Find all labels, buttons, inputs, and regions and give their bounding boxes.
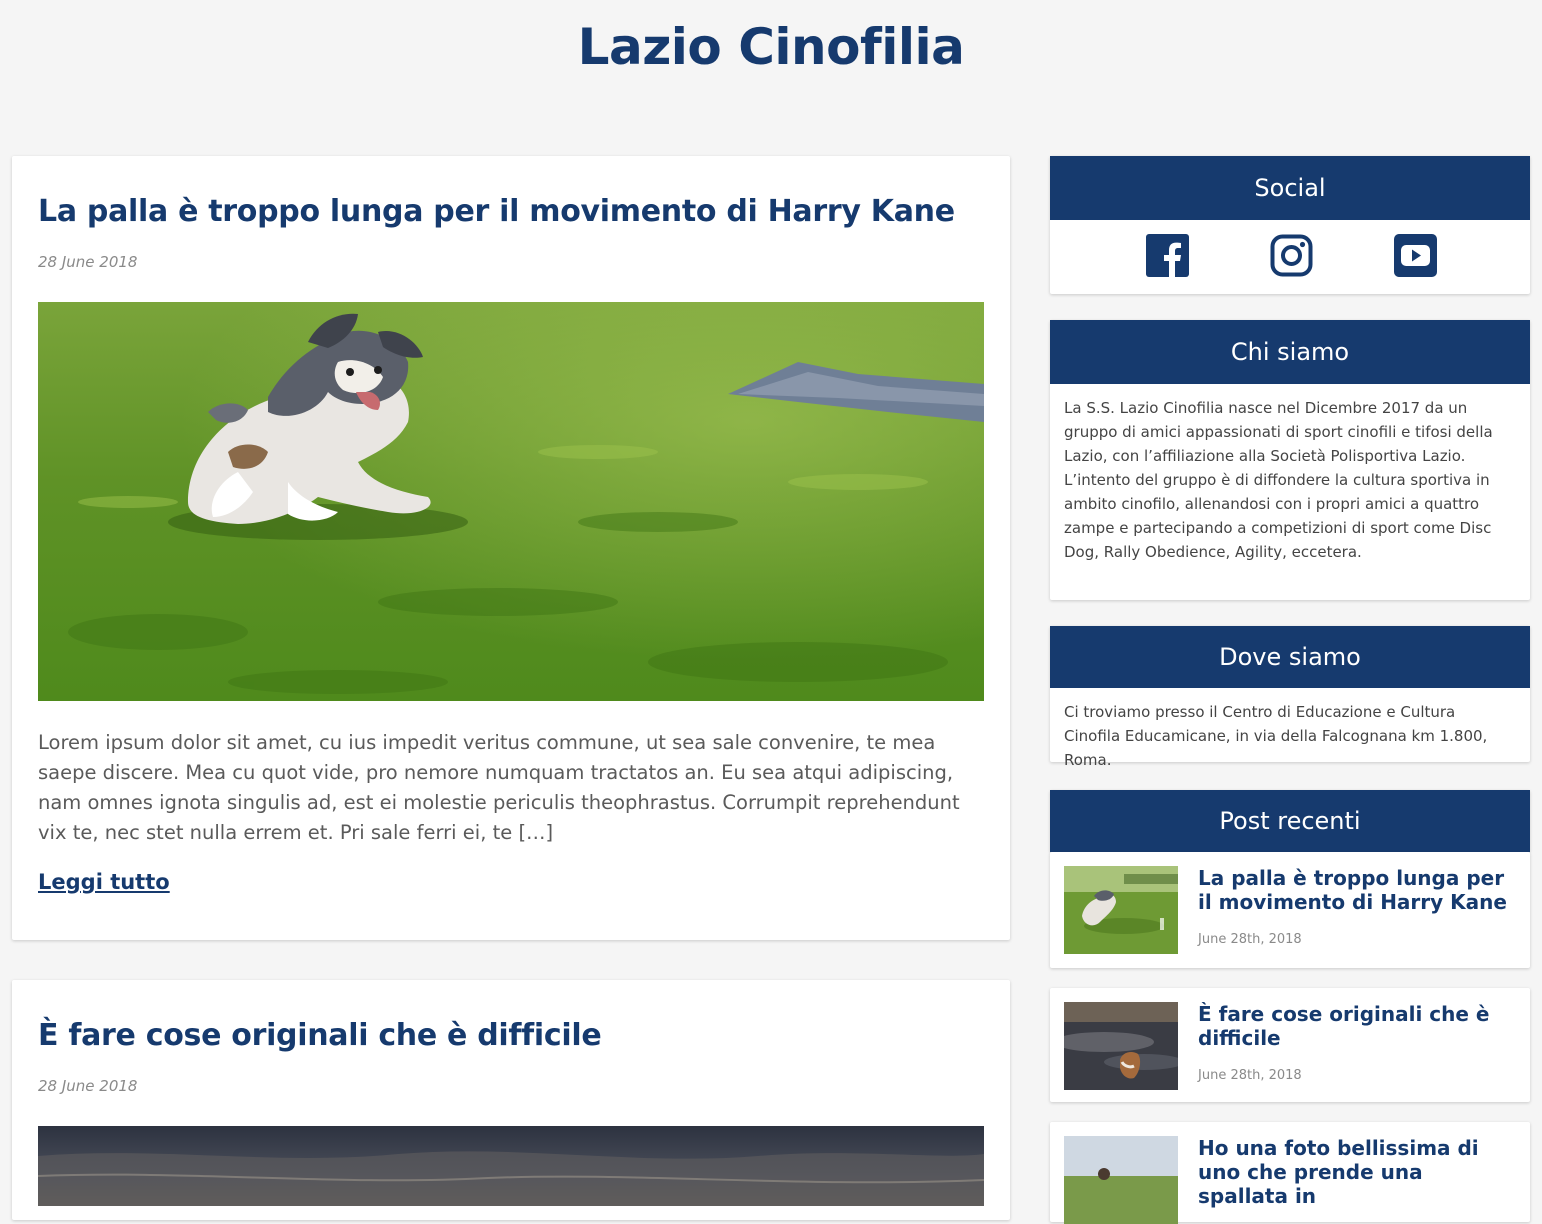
- recent-post-date: June 28th, 2018: [1198, 1068, 1302, 1083]
- post-date: 28 June 2018: [38, 1077, 138, 1095]
- recent-post-thumbnail[interactable]: [1064, 866, 1178, 954]
- water-photo: [38, 1126, 984, 1206]
- recent-post-date: June 28th, 2018: [1198, 932, 1302, 947]
- widget-header: Social: [1050, 156, 1530, 220]
- post-card: La palla è troppo lunga per il movimento…: [12, 156, 1010, 940]
- recent-posts-widget: Post recenti: [1050, 790, 1530, 852]
- about-widget: Chi siamo La S.S. Lazio Cinofilia nasce …: [1050, 320, 1530, 600]
- dog-running-photo: [38, 302, 984, 701]
- location-widget: Dove siamo Ci troviamo presso il Centro …: [1050, 626, 1530, 769]
- read-more-link[interactable]: Leggi tutto: [38, 870, 170, 894]
- widget-header: Post recenti: [1050, 790, 1530, 852]
- recent-post-title[interactable]: La palla è troppo lunga per il movimento…: [1198, 866, 1516, 914]
- recent-post-thumbnail[interactable]: [1064, 1136, 1178, 1224]
- youtube-icon[interactable]: [1394, 234, 1437, 277]
- about-text: La S.S. Lazio Cinofilia nasce nel Dicemb…: [1064, 399, 1493, 561]
- location-text: Ci troviamo presso il Centro di Educazio…: [1064, 703, 1488, 769]
- widget-header: Dove siamo: [1050, 626, 1530, 688]
- post-excerpt: Lorem ipsum dolor sit amet, cu ius imped…: [38, 731, 960, 844]
- post-title[interactable]: È fare cose originali che è difficile: [38, 1018, 602, 1053]
- site-title[interactable]: Lazio Cinofilia: [0, 18, 1542, 76]
- post-image[interactable]: [38, 1126, 984, 1206]
- recent-post-title[interactable]: Ho una foto bellissima di uno che prende…: [1198, 1136, 1516, 1208]
- post-date: 28 June 2018: [38, 253, 138, 271]
- social-widget: Social: [1050, 156, 1530, 294]
- post-title[interactable]: La palla è troppo lunga per il movimento…: [38, 194, 955, 229]
- instagram-icon[interactable]: [1270, 234, 1313, 277]
- post-card: È fare cose originali che è difficile 28…: [12, 980, 1010, 1220]
- recent-post-item[interactable]: È fare cose originali che è difficile Ju…: [1050, 988, 1530, 1102]
- post-image[interactable]: [38, 302, 984, 701]
- recent-post-item[interactable]: Ho una foto bellissima di uno che prende…: [1050, 1122, 1530, 1224]
- widget-header: Chi siamo: [1050, 320, 1530, 384]
- recent-post-title[interactable]: È fare cose originali che è difficile: [1198, 1002, 1516, 1050]
- facebook-icon[interactable]: [1146, 234, 1189, 277]
- social-icons: [1050, 234, 1530, 278]
- recent-post-item[interactable]: La palla è troppo lunga per il movimento…: [1050, 852, 1530, 968]
- recent-post-thumbnail[interactable]: [1064, 1002, 1178, 1090]
